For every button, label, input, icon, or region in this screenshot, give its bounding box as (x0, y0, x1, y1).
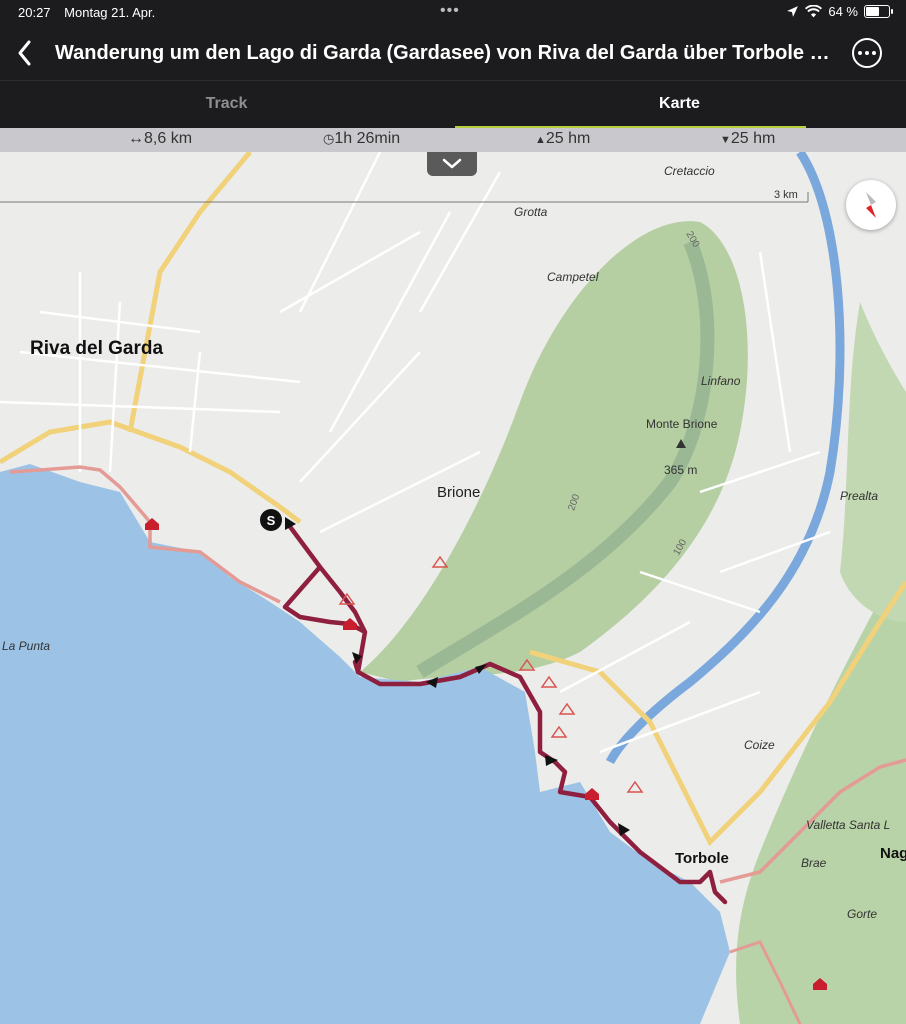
distance-value: 8,6 km (144, 130, 193, 147)
label-brae: Brae (801, 856, 827, 870)
duration-value: 1h 26min (334, 130, 401, 147)
label-nago: Nag (880, 845, 906, 862)
label-gorte: Gorte (847, 907, 878, 921)
page-title: Wanderung um den Lago di Garda (Gardasee… (55, 42, 835, 64)
main-road-north (127, 152, 252, 433)
tab-track[interactable]: Track (0, 81, 453, 129)
stat-duration: ◷1h 26min (323, 130, 400, 148)
start-marker-label: S (267, 513, 276, 528)
topographic-map[interactable]: S 3 km Riva del Garda Brione Torbole Nag… (0, 152, 906, 1024)
label-riva-del-garda: Riva del Garda (30, 338, 164, 359)
label-coize: Coize (744, 738, 775, 752)
label-linfano: Linfano (701, 374, 741, 388)
segment-tabs: Track Karte (0, 80, 906, 129)
status-bar: 20:27 Montag 21. Apr. ••• 64 % (0, 0, 906, 26)
chevron-left-icon (18, 40, 31, 66)
collapse-stats-button[interactable] (427, 152, 477, 176)
compass-needle-icon (866, 192, 876, 218)
chevron-down-icon (442, 158, 462, 169)
label-summit-elevation: 365 m (664, 463, 698, 477)
compass-button[interactable] (846, 180, 896, 230)
label-monte-brione: Monte Brione (646, 417, 718, 431)
tab-karte[interactable]: Karte (453, 81, 906, 129)
ascent-triangle-icon: ▲ (535, 134, 546, 146)
label-torbole: Torbole (675, 850, 729, 867)
ascent-value: 25 hm (545, 130, 591, 147)
label-la-punta: La Punta (2, 639, 51, 653)
descent-value: 25 hm (730, 130, 776, 147)
more-options-button[interactable] (852, 38, 882, 68)
start-marker[interactable]: S (260, 509, 282, 531)
battery-icon (864, 5, 893, 18)
stat-descent: ▼25 hm (720, 130, 775, 148)
multitasking-dots-icon[interactable]: ••• (440, 2, 460, 20)
stat-distance: ↔8,6 km (128, 130, 192, 148)
label-campetel: Campetel (547, 270, 599, 284)
map-canvas[interactable]: S 3 km (0, 152, 906, 1024)
distance-arrows-icon: ↔ (128, 130, 144, 147)
scale-bar-label: 3 km (774, 189, 798, 201)
battery-level (866, 7, 880, 16)
scale-bar: 3 km (0, 189, 809, 203)
location-arrow-icon (787, 6, 799, 17)
label-prealta: Prealta (840, 489, 879, 503)
status-date: Montag 21. Apr. (64, 5, 156, 20)
label-grotta: Grotta (514, 205, 548, 219)
track-stats-bar: ↔8,6 km ◷1h 26min ▲25 hm ▼25 hm (0, 128, 906, 152)
navigation-header: Wanderung um den Lago di Garda (Gardasee… (0, 26, 906, 80)
back-button[interactable] (10, 34, 40, 72)
battery-percent: 64 % (828, 4, 858, 19)
wifi-icon (805, 5, 823, 18)
northeast-hills-forest (840, 302, 906, 622)
descent-triangle-icon: ▼ (720, 134, 731, 146)
clock-icon: ◷ (323, 131, 335, 146)
stat-ascent: ▲25 hm (535, 130, 590, 148)
status-time: 20:27 (18, 5, 51, 20)
label-valletta-santa: Valletta Santa L (806, 818, 891, 832)
label-brione: Brione (437, 484, 481, 501)
label-cretaccio: Cretaccio (664, 164, 715, 178)
